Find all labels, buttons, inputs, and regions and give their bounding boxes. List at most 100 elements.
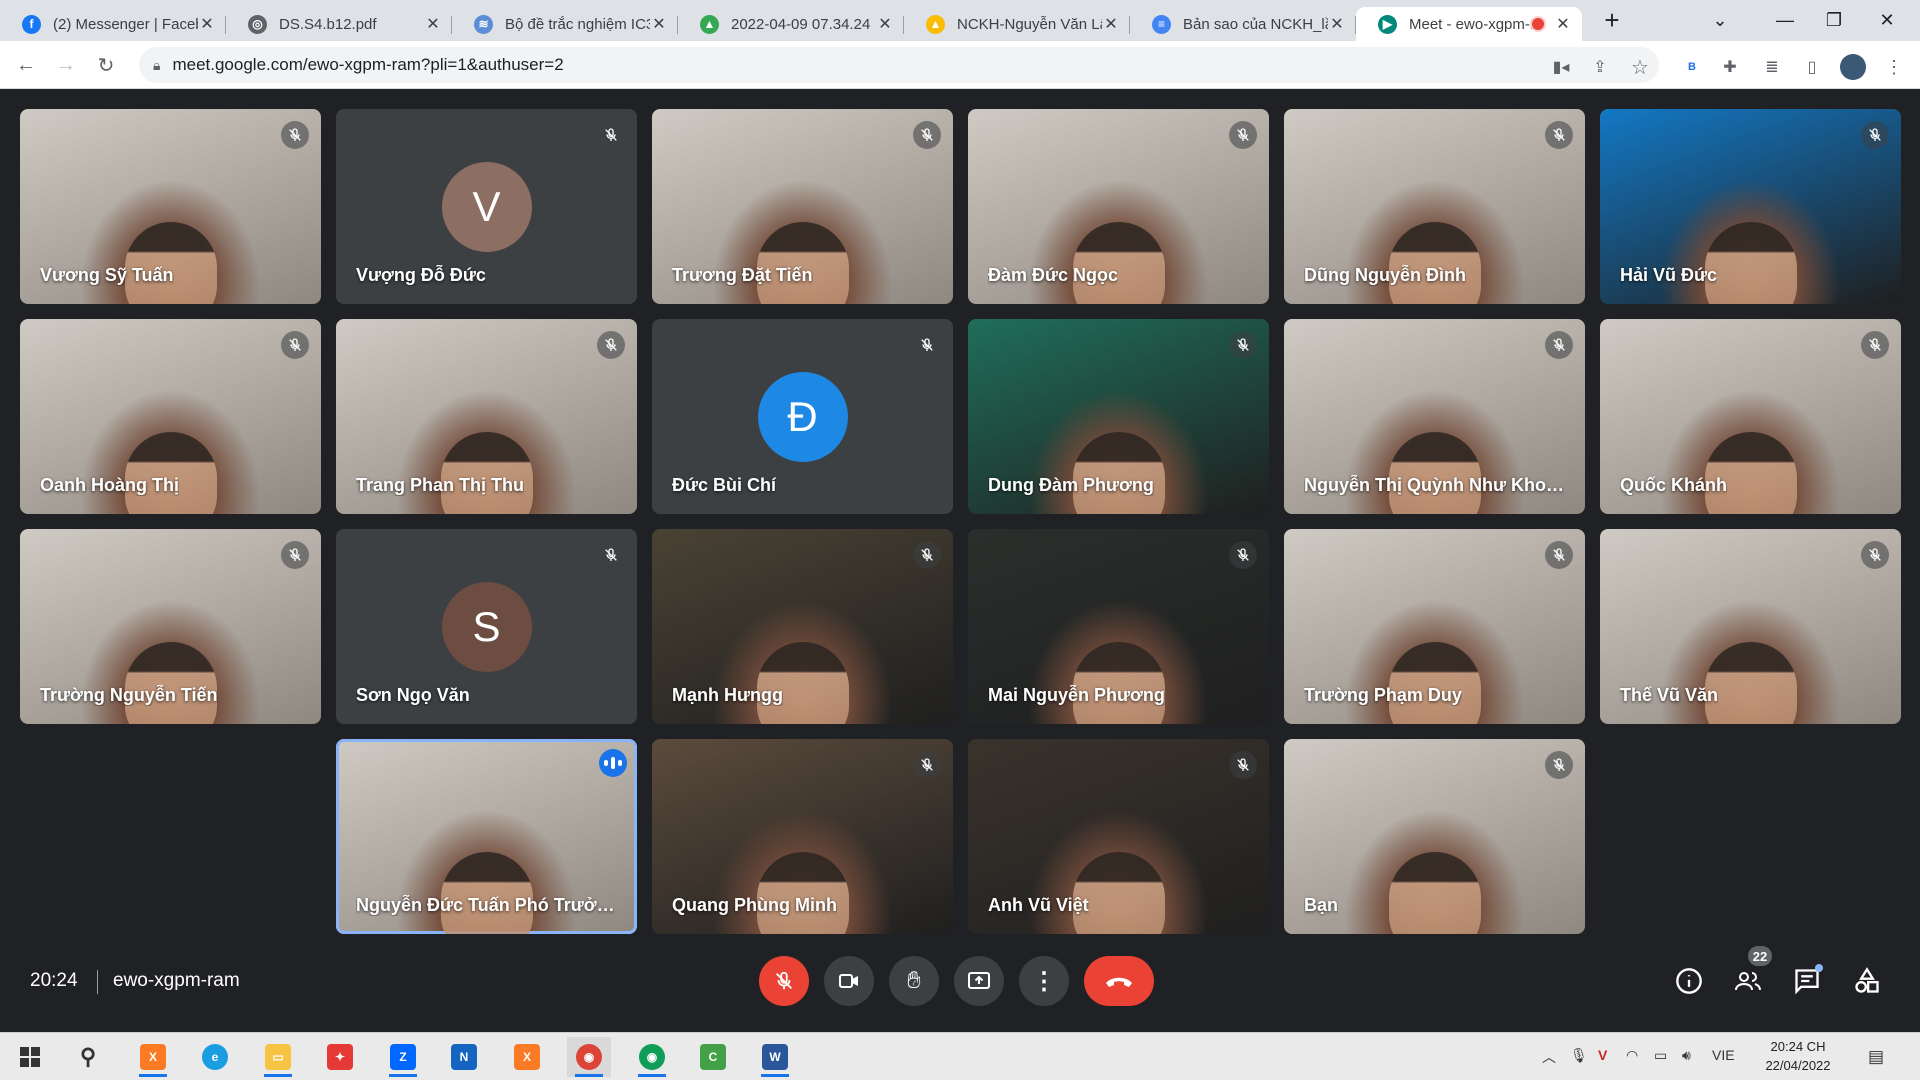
participant-name: Trương Đặt Tiến [672, 265, 813, 285]
participant-tile[interactable]: Oanh Hoàng Thị [20, 319, 321, 514]
participant-tile[interactable]: Dũng Nguyễn Đình [1284, 109, 1585, 304]
participant-name: Quốc Khánh [1620, 475, 1727, 495]
participant-tile[interactable]: Trường Nguyễn Tiến [20, 529, 321, 724]
close-tab-icon[interactable]: ✕ [1328, 14, 1346, 34]
participant-tile[interactable]: Hải Vũ Đức [1600, 109, 1901, 304]
maximize-button[interactable]: ❐ [1809, 6, 1859, 34]
participant-tile[interactable]: Anh Vũ Việt [968, 739, 1269, 934]
participant-tile[interactable]: Đ Đức Bùi Chí [652, 319, 953, 514]
taskbar-app[interactable]: ✦ [318, 1037, 362, 1077]
people-button[interactable] [1731, 964, 1765, 998]
taskbar-app[interactable]: ▭ [256, 1037, 300, 1077]
url-text[interactable]: meet.google.com/ewo-xgpm-ram?pli=1&authu… [172, 55, 563, 75]
participant-tile[interactable]: Trương Đặt Tiến [652, 109, 953, 304]
unikey-tray-icon[interactable]: V [1598, 1047, 1607, 1063]
taskbar-app[interactable]: X [505, 1037, 549, 1077]
bookmark-star-icon[interactable]: ☆ [1628, 55, 1652, 79]
reload-icon[interactable]: ↻ [90, 49, 122, 81]
close-tab-icon[interactable]: ✕ [198, 14, 216, 34]
volume-icon[interactable]: 🔊︎ [1682, 1047, 1691, 1064]
participant-tile[interactable]: V Vượng Đỗ Đức [336, 109, 637, 304]
input-language[interactable]: VIE [1712, 1047, 1735, 1063]
browser-tab[interactable]: ≋ Bộ đề trắc nghiệm IC3 ✕ [452, 7, 678, 41]
browser-tab[interactable]: ◎ DS.S4.b12.pdf ✕ [226, 7, 452, 41]
minimize-button[interactable]: — [1760, 6, 1810, 34]
participant-tile[interactable]: Mai Nguyễn Phương [968, 529, 1269, 724]
leave-call-button[interactable] [1084, 956, 1154, 1006]
participant-tile[interactable]: Mạnh Hưngg [652, 529, 953, 724]
participant-name: Anh Vũ Việt [988, 895, 1089, 915]
browser-tab[interactable]: f (2) Messenger | Facebook✕ [0, 7, 226, 41]
participant-tile[interactable]: Nguyễn Đức Tuấn Phó Trưởng... [336, 739, 637, 934]
muted-mic-icon [1229, 331, 1257, 359]
microphone-toggle-button[interactable] [759, 956, 809, 1006]
media-control-icon[interactable]: ≣ [1760, 55, 1784, 79]
raise-hand-button[interactable]: ✋︎ [889, 956, 939, 1006]
windows-start-button[interactable] [8, 1037, 52, 1077]
close-tab-icon[interactable]: ✕ [1554, 14, 1572, 34]
notifications-icon[interactable]: ▤ [1868, 1047, 1884, 1067]
participant-tile[interactable]: Trường Phạm Duy [1284, 529, 1585, 724]
participant-video [756, 642, 849, 724]
camera-toggle-button[interactable] [824, 956, 874, 1006]
share-icon[interactable]: ⇪ [1588, 55, 1612, 79]
tab-search-icon[interactable]: ⌄ [1695, 6, 1745, 34]
activities-button[interactable] [1850, 964, 1884, 998]
taskbar-app[interactable]: C [691, 1037, 735, 1077]
taskbar-app[interactable]: N [442, 1037, 486, 1077]
extensions-puzzle-icon[interactable]: ✚ [1718, 55, 1742, 79]
participant-tile[interactable]: Bạn [1284, 739, 1585, 934]
participant-tile[interactable]: Vương Sỹ Tuấn [20, 109, 321, 304]
participant-tile[interactable]: S Sơn Ngọ Văn [336, 529, 637, 724]
browser-tab[interactable]: ▲ 2022-04-09 07.34.24 ✕ [678, 7, 904, 41]
close-tab-icon[interactable]: ✕ [424, 14, 442, 34]
extension-icon[interactable]: B [1680, 55, 1704, 79]
side-panel-icon[interactable]: ▯ [1800, 55, 1824, 79]
browser-tab[interactable]: ▶ Meet - ewo-xgpm-ram ✕ [1356, 7, 1582, 41]
muted-mic-icon [1545, 541, 1573, 569]
chrome-menu-icon[interactable]: ⋮ [1882, 55, 1906, 79]
participant-tile[interactable]: Đàm Đức Ngọc [968, 109, 1269, 304]
participant-tile[interactable]: Quang Phùng Minh [652, 739, 953, 934]
participant-video [1072, 222, 1165, 304]
show-hidden-icons[interactable]: ︿ [1542, 1047, 1556, 1067]
browser-tab[interactable]: ≡ Bản sao của NCKH_lần ✕ [1130, 7, 1356, 41]
taskbar-app[interactable]: ◉ [630, 1037, 674, 1077]
more-options-button[interactable]: ⋮ [1019, 956, 1069, 1006]
camera-blocked-icon[interactable]: ▮◂ [1549, 55, 1573, 79]
present-screen-button[interactable] [954, 956, 1004, 1006]
close-tab-icon[interactable]: ✕ [1102, 14, 1120, 34]
lock-icon[interactable]: 🔒︎ [153, 57, 160, 74]
taskbar-app[interactable]: ⚲ [66, 1037, 110, 1077]
taskbar-app[interactable]: ◉ [567, 1037, 611, 1077]
taskbar-app[interactable]: e [193, 1037, 237, 1077]
meeting-details-button[interactable] [1672, 964, 1706, 998]
participant-tile[interactable]: Thế Vũ Văn [1600, 529, 1901, 724]
new-tab-button[interactable]: + [1587, 5, 1637, 35]
forward-icon[interactable]: → [50, 49, 82, 81]
participant-tile[interactable]: Nguyễn Thị Quỳnh Như Khoa... [1284, 319, 1585, 514]
muted-mic-icon [1545, 121, 1573, 149]
taskbar-app[interactable]: Z [381, 1037, 425, 1077]
participant-tile[interactable]: Quốc Khánh [1600, 319, 1901, 514]
tray-clock[interactable]: 20:24 CH 22/04/2022 [1758, 1037, 1838, 1075]
close-tab-icon[interactable]: ✕ [876, 14, 894, 34]
close-window-button[interactable]: ✕ [1862, 6, 1912, 34]
taskbar-app[interactable]: W [753, 1037, 797, 1077]
microphone-tray-icon[interactable]: 🎙︎ [1570, 1047, 1588, 1064]
back-icon[interactable]: ← [10, 49, 42, 81]
participant-tile[interactable]: Dung Đàm Phương [968, 319, 1269, 514]
battery-icon[interactable]: ▭ [1654, 1047, 1667, 1064]
participant-name: Mạnh Hưngg [672, 685, 784, 705]
recording-icon [1532, 18, 1544, 30]
wifi-icon[interactable]: ◠ [1626, 1047, 1638, 1064]
omnibox[interactable]: 🔒︎ meet.google.com/ewo-xgpm-ram?pli=1&au… [139, 47, 1659, 83]
close-tab-icon[interactable]: ✕ [650, 14, 668, 34]
browser-tab[interactable]: ▲ NCKH-Nguyễn Văn Lâm✕ [904, 7, 1130, 41]
participant-video [1072, 432, 1165, 514]
participant-tile[interactable]: Trang Phan Thị Thu [336, 319, 637, 514]
participant-video [1388, 852, 1481, 934]
profile-avatar[interactable] [1840, 54, 1866, 80]
meeting-clock: 20:24 [30, 970, 78, 991]
taskbar-app[interactable]: X [131, 1037, 175, 1077]
